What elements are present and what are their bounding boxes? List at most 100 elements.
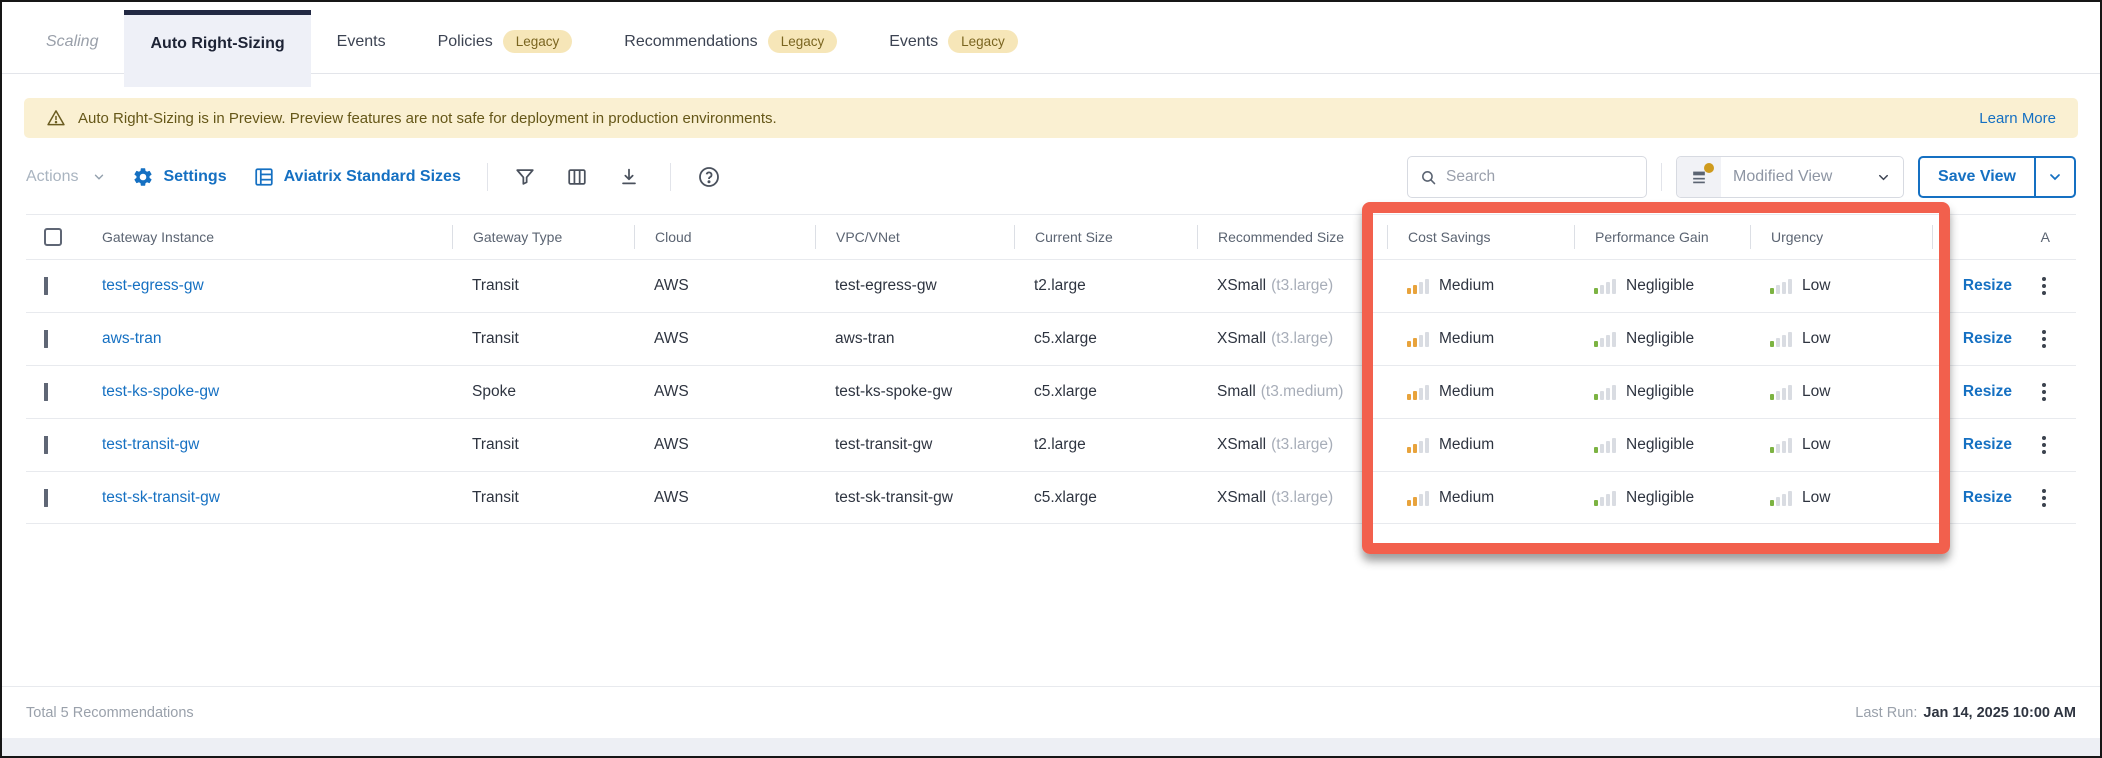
cell-gateway-instance: test-transit-gw xyxy=(82,436,452,454)
cell-performance-gain: Negligible xyxy=(1574,330,1750,348)
resize-button[interactable]: Resize xyxy=(1963,436,2012,454)
row-checkbox-cell xyxy=(26,330,82,348)
tab-auto-right-sizing-label: Auto Right-Sizing xyxy=(150,35,285,52)
last-run-value: Jan 14, 2025 10:00 AM xyxy=(1923,704,2076,721)
row-checkbox[interactable] xyxy=(44,488,48,507)
actions-dropdown[interactable]: Actions xyxy=(26,168,106,186)
cell-cost-savings: Medium xyxy=(1387,277,1574,295)
row-checkbox[interactable] xyxy=(44,436,48,454)
search-input[interactable] xyxy=(1446,168,1635,186)
tab-events-legacy-label: Events xyxy=(889,32,939,50)
cell-vpc-vnet: test-ks-spoke-gw xyxy=(835,383,953,400)
actions-label: Actions xyxy=(26,168,79,185)
toolbar-divider xyxy=(669,163,671,191)
cost-savings-bars-icon xyxy=(1407,278,1429,294)
cell-recommended-size: Small (t3.medium) xyxy=(1197,383,1387,401)
legacy-badge: Legacy xyxy=(767,30,838,53)
cost-savings-value: Medium xyxy=(1439,277,1495,294)
row-checkbox[interactable] xyxy=(44,383,48,401)
download-icon[interactable] xyxy=(618,164,644,190)
settings-label: Settings xyxy=(163,168,227,185)
cell-cloud: AWS xyxy=(654,488,689,506)
row-checkbox-cell xyxy=(26,488,82,507)
learn-more-link[interactable]: Learn More xyxy=(1979,110,2056,127)
gateway-instance-link[interactable]: test-ks-spoke-gw xyxy=(102,383,219,400)
col-performance-gain: Performance Gain xyxy=(1574,225,1750,249)
cell-gateway-type: Spoke xyxy=(472,383,516,400)
tab-recommendations[interactable]: Recommendations Legacy xyxy=(598,10,863,73)
aviatrix-standard-sizes-button[interactable]: Aviatrix Standard Sizes xyxy=(253,166,461,188)
tab-policies[interactable]: Policies Legacy xyxy=(412,10,599,73)
settings-button[interactable]: Settings xyxy=(132,166,227,188)
resize-button[interactable]: Resize xyxy=(1963,489,2012,507)
recommended-size-value: XSmall xyxy=(1217,436,1267,453)
view-icon-chip xyxy=(1677,157,1722,197)
cell-actions: Resize xyxy=(1932,379,2076,405)
last-run-label: Last Run: xyxy=(1855,704,1918,721)
gateway-instance-link[interactable]: test-egress-gw xyxy=(102,277,204,294)
kebab-menu-icon[interactable] xyxy=(2038,432,2050,458)
preview-warning-banner: Auto Right-Sizing is in Preview. Preview… xyxy=(24,98,2078,138)
col-recommended-size: Recommended Size xyxy=(1197,225,1387,249)
cell-gateway-instance: test-ks-spoke-gw xyxy=(82,383,452,401)
cell-vpc-vnet: test-transit-gw xyxy=(835,436,933,453)
urgency-bars-icon xyxy=(1770,437,1792,453)
cell-cost-savings: Medium xyxy=(1387,489,1574,507)
help-icon[interactable] xyxy=(697,164,723,190)
gateway-instance-link[interactable]: test-sk-transit-gw xyxy=(102,489,220,506)
cost-savings-bars-icon xyxy=(1407,384,1429,400)
tab-policies-label: Policies xyxy=(437,32,493,50)
cell-performance-gain: Negligible xyxy=(1574,436,1750,454)
recommended-instance-type: (t3.large) xyxy=(1271,488,1334,506)
resize-button[interactable]: Resize xyxy=(1963,383,2012,401)
empty-area xyxy=(2,524,2100,686)
save-view-label: Save View xyxy=(1938,168,2016,185)
toolbar-divider xyxy=(1661,163,1663,191)
save-view-caret-button[interactable] xyxy=(2036,158,2074,196)
table-header-row: Gateway Instance Gateway Type Cloud VPC/… xyxy=(26,215,2076,259)
kebab-menu-icon[interactable] xyxy=(2038,326,2050,352)
table-footer: Total 5 Recommendations Last Run: Jan 14,… xyxy=(2,686,2100,738)
cell-actions: Resize xyxy=(1932,485,2076,511)
kebab-menu-icon[interactable] xyxy=(2038,485,2050,511)
columns-icon[interactable] xyxy=(566,164,592,190)
view-selector-value: Modified View xyxy=(1733,168,1833,185)
cell-cloud: AWS xyxy=(654,436,689,453)
performance-gain-value: Negligible xyxy=(1626,383,1695,400)
cost-savings-bars-icon xyxy=(1407,331,1429,347)
gateway-instance-link[interactable]: test-transit-gw xyxy=(102,436,199,453)
cell-recommended-size: XSmall (t3.large) xyxy=(1197,330,1387,348)
tab-auto-right-sizing[interactable]: Auto Right-Sizing xyxy=(124,10,311,87)
gateway-instance-link[interactable]: aws-tran xyxy=(102,330,161,347)
recommended-instance-type: (t3.medium) xyxy=(1260,383,1344,400)
tab-scaling[interactable]: Scaling xyxy=(20,10,124,73)
chevron-down-icon xyxy=(2050,174,2060,181)
select-all-checkbox[interactable] xyxy=(44,228,62,246)
performance-gain-value: Negligible xyxy=(1626,488,1695,506)
kebab-menu-icon[interactable] xyxy=(2038,379,2050,405)
gear-icon xyxy=(134,168,153,186)
cell-performance-gain: Negligible xyxy=(1574,277,1750,295)
filter-icon[interactable] xyxy=(514,164,540,190)
cell-urgency: Low xyxy=(1750,436,1932,454)
table-row: aws-tran Transit AWS aws-tran c5.xlarge … xyxy=(26,312,2076,365)
cell-recommended-size: XSmall (t3.large) xyxy=(1197,436,1387,454)
kebab-menu-icon[interactable] xyxy=(2038,273,2050,299)
app-window: Scaling Auto Right-Sizing Events Policie… xyxy=(0,0,2102,758)
save-view-button[interactable]: Save View xyxy=(1920,158,2036,196)
cell-cost-savings: Medium xyxy=(1387,383,1574,401)
table-body: test-egress-gw Transit AWS test-egress-g… xyxy=(26,259,2076,524)
resize-button[interactable]: Resize xyxy=(1963,277,2012,295)
cost-savings-bars-icon xyxy=(1407,437,1429,453)
performance-gain-bars-icon xyxy=(1594,331,1616,347)
row-checkbox[interactable] xyxy=(44,277,48,295)
tab-events-legacy[interactable]: Events Legacy xyxy=(863,10,1043,73)
recommended-size-value: XSmall xyxy=(1217,488,1267,506)
view-selector-dropdown[interactable]: Modified View xyxy=(1676,156,1905,198)
urgency-bars-icon xyxy=(1770,490,1792,506)
tab-events[interactable]: Events xyxy=(311,10,412,73)
urgency-bars-icon xyxy=(1770,331,1792,347)
cell-vpc-vnet: aws-tran xyxy=(835,330,895,347)
row-checkbox[interactable] xyxy=(44,330,48,348)
resize-button[interactable]: Resize xyxy=(1963,330,2012,348)
